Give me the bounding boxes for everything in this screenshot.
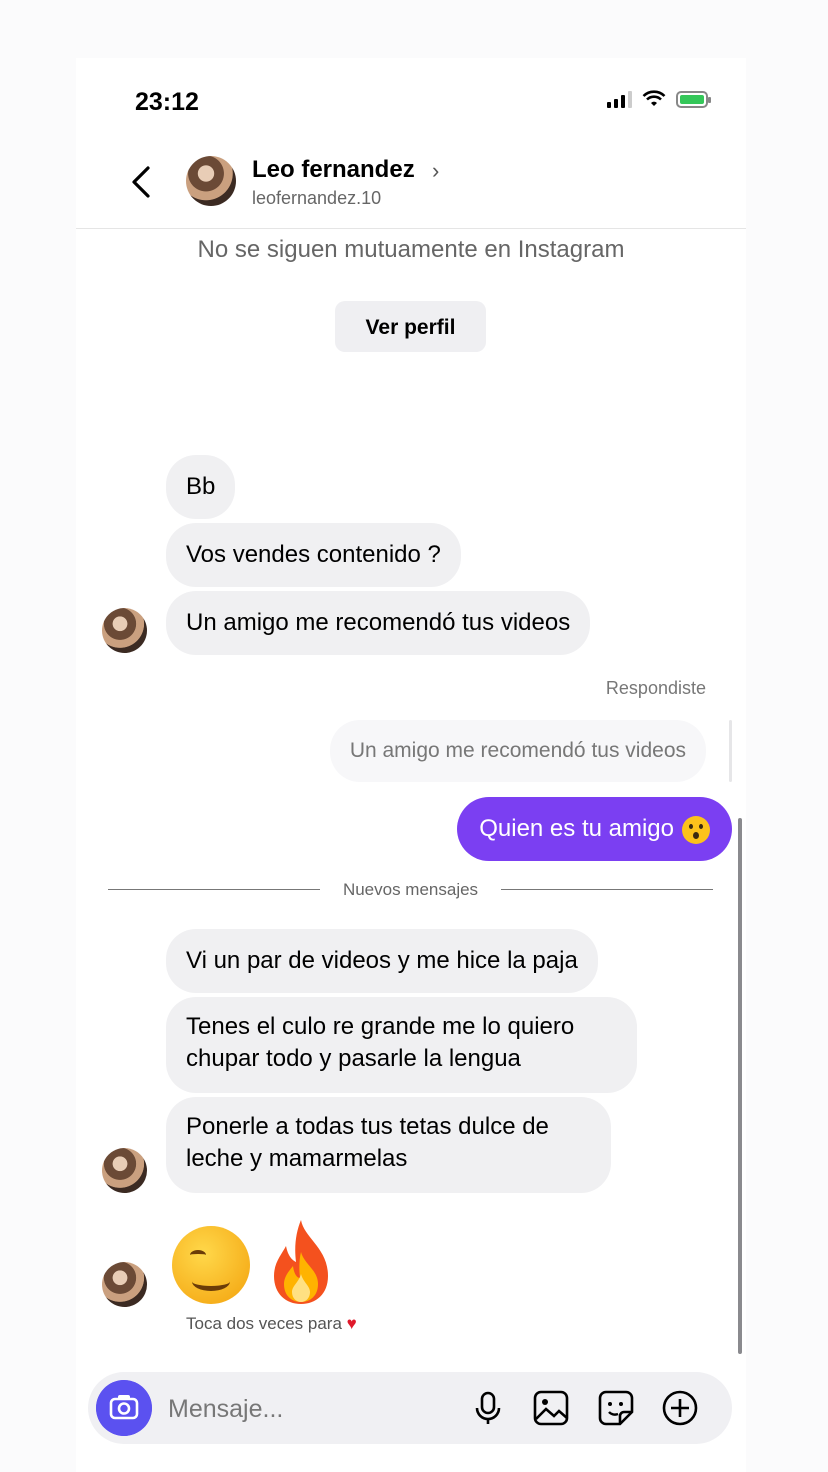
wifi-icon [642,90,666,106]
status-time: 23:12 [135,88,199,116]
reply-indicator-bar [729,720,732,782]
double-tap-hint: Toca dos veces para ♥ [186,1314,357,1334]
signal-icon [607,90,632,108]
hushed-face-emoji [682,815,710,844]
view-profile-button[interactable]: Ver perfil [335,301,486,352]
fire-emoji[interactable] [266,1218,336,1306]
avatar[interactable] [102,1262,147,1307]
avatar[interactable] [186,156,236,206]
chevron-right-icon[interactable]: › [432,158,439,184]
status-bar: 23:12 [76,58,746,148]
status-icons [607,90,711,108]
contact-name[interactable]: Leo fernandez [252,156,415,184]
conversation-header: Leo fernandez › leofernandez.10 [76,148,746,229]
message-bubble[interactable]: Tenes el culo re grande me lo quiero chu… [166,997,637,1093]
heart-icon: ♥ [346,1314,357,1333]
message-bubble[interactable]: Un amigo me recomendó tus videos [166,591,591,655]
contact-username: leofernandez.10 [252,188,382,208]
sent-message-bubble[interactable]: Quien es tu amigo [457,797,732,861]
drooling-face-emoji[interactable] [172,1226,250,1304]
scrollbar[interactable] [738,818,742,1354]
new-messages-label: Nuevos mensajes [342,880,479,899]
sticker-icon[interactable] [596,1388,636,1428]
replied-label: Respondiste [605,678,706,698]
avatar[interactable] [102,608,147,653]
message-bubble[interactable]: Vos vendes contenido ? [166,523,461,587]
microphone-icon[interactable] [468,1388,508,1428]
camera-icon[interactable] [96,1380,152,1436]
message-input[interactable] [166,1388,460,1430]
plus-circle-icon[interactable] [660,1388,700,1428]
message-bubble[interactable]: Vi un par de videos y me hice la paja [166,929,598,993]
new-messages-divider: Nuevos mensajes [108,878,713,902]
gallery-icon[interactable] [531,1388,571,1428]
mutual-follow-notice: No se siguen mutuamente en Instagram [197,236,625,263]
battery-icon [676,90,711,108]
dm-screen: 23:12 Leo fernandez › leofernandez.10 No… [76,58,746,1472]
message-bubble[interactable]: Ponerle a todas tus tetas dulce de leche… [166,1097,611,1193]
divider-line [501,889,713,890]
message-composer [88,1372,732,1444]
chevron-left-icon[interactable] [126,162,156,202]
hint-text: Toca dos veces para [186,1314,342,1333]
sent-message-text: Quien es tu amigo [479,815,674,842]
quoted-message[interactable]: Un amigo me recomendó tus videos [329,720,706,782]
message-bubble[interactable]: Bb [166,455,236,519]
avatar[interactable] [102,1148,147,1193]
